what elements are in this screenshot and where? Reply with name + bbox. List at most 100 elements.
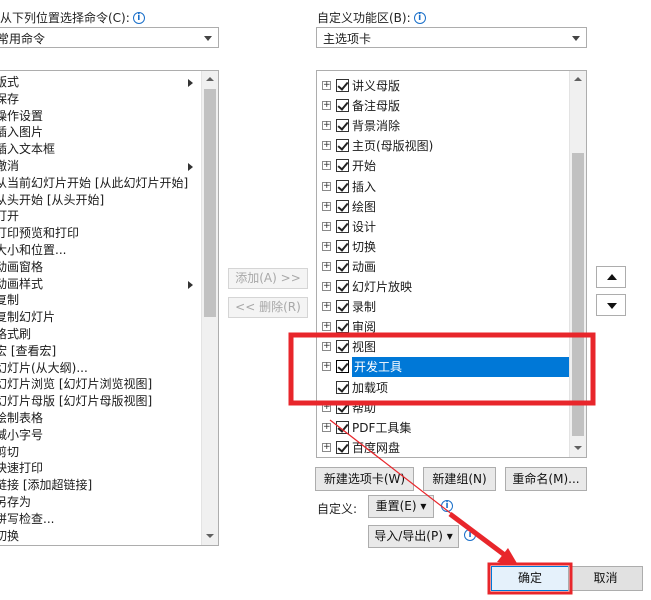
cancel-button[interactable]: 取消 [568,566,643,591]
list-item[interactable]: 宏 [查看宏] [0,343,56,360]
expand-icon[interactable]: + [322,81,331,90]
checkbox[interactable] [336,380,349,394]
checkbox[interactable] [336,440,349,454]
reset-button[interactable]: 重置(E) ▾ [368,495,434,518]
list-item[interactable]: 插入文本框 [0,141,55,158]
info-icon[interactable]: i [464,529,476,541]
ribbon-tab-item[interactable]: + 背景消除 [317,116,571,136]
list-item[interactable]: 减小字号 [0,427,43,444]
new-group-button[interactable]: 新建组(N) [423,467,496,491]
list-item[interactable]: 切换 [0,528,19,545]
scroll-thumb[interactable] [204,89,216,317]
expand-icon[interactable]: + [322,161,331,171]
list-item[interactable]: 动画样式 [0,276,43,293]
commands-scrollbar[interactable] [201,71,218,545]
expand-icon[interactable]: + [322,302,331,312]
ribbon-tab-item[interactable]: + 动画 [317,257,571,277]
checkbox[interactable] [336,239,349,253]
list-item[interactable]: 打开 [0,208,19,225]
ribbon-tab-item[interactable]: + 插入 [317,177,571,197]
list-item[interactable]: 快速打印 [0,460,43,477]
list-item[interactable]: 复制 [0,292,19,309]
expand-icon[interactable]: + [322,181,331,191]
commands-source-combo[interactable]: 常用命令 [0,27,219,48]
ribbon-tab-item[interactable]: + 讲义母版 [317,76,571,96]
list-item[interactable]: 操作设置 [0,108,43,125]
list-item[interactable]: 幻灯片母版 [幻灯片母版视图] [0,393,152,410]
info-icon[interactable]: i [413,12,426,24]
ribbon-tab-item[interactable]: + 幻灯片放映 [317,277,571,297]
expand-icon[interactable]: + [322,322,331,332]
ribbon-tabs-combo[interactable]: 主选项卡 [316,27,587,48]
info-icon[interactable]: i [132,12,145,24]
list-item[interactable]: 幻灯片浏览 [幻灯片浏览视图] [0,376,152,393]
remove-button[interactable]: << 删除(R) [228,297,308,318]
checkbox[interactable] [336,340,349,354]
expand-icon[interactable]: + [322,201,331,211]
checkbox[interactable] [336,420,349,434]
add-button[interactable]: 添加(A) >> [228,268,308,289]
scroll-thumb[interactable] [572,153,584,436]
list-item[interactable]: 从当前幻灯片开始 [从此幻灯片开始] [0,175,188,192]
expand-icon[interactable]: + [322,101,331,111]
ribbon-tab-item[interactable]: + 主页(母版视图) [317,136,571,156]
ribbon-tab-item[interactable]: + 百度网盘 [317,438,571,457]
list-item[interactable]: 撤消 [0,158,19,175]
list-item[interactable]: 绘制表格 [0,410,43,427]
expand-icon[interactable]: + [322,362,331,372]
list-item[interactable]: 格式刷 [0,326,31,343]
checkbox[interactable] [336,219,349,233]
scroll-up-icon[interactable] [570,71,586,88]
ribbon-tab-item[interactable]: 加载项 [317,378,571,398]
list-item[interactable]: 剪切 [0,444,19,461]
expand-icon[interactable]: + [322,442,331,452]
list-item[interactable]: 动画窗格 [0,259,43,276]
ribbon-tab-item[interactable]: + 录制 [317,297,571,317]
checkbox[interactable] [336,139,349,153]
ribbon-tab-item[interactable]: + 切换 [317,237,571,257]
expand-icon[interactable]: + [322,141,331,151]
list-item[interactable]: 版式 [0,74,19,91]
expand-icon[interactable]: + [322,221,331,231]
checkbox[interactable] [336,99,349,113]
list-item[interactable]: 保存 [0,91,19,108]
ribbon-tab-item[interactable]: + 帮助 [317,398,571,418]
ribbon-tab-item[interactable]: + PDF工具集 [317,418,571,438]
ribbon-tree[interactable]: + 讲义母版 + 备注母版 + 背景消除 + 主页(母版视图) + 开始 + 插入 + 绘图 + 设计 + 切换 +… [316,70,587,458]
ribbon-tab-item[interactable]: + 备注母版 [317,96,571,116]
info-icon[interactable]: i [441,500,453,512]
import-export-button[interactable]: 导入/导出(P) ▾ [368,525,459,548]
list-item[interactable]: 插入图片 [0,124,43,141]
move-down-button[interactable] [596,294,626,316]
new-tab-button[interactable]: 新建选项卡(W) [315,467,414,491]
list-item[interactable]: 从头开始 [从头开始] [0,192,104,209]
rename-button[interactable]: 重命名(M)... [505,467,587,491]
expand-icon[interactable]: + [322,422,331,432]
expand-icon[interactable]: + [322,282,331,291]
checkbox[interactable] [336,199,349,213]
expand-icon[interactable]: + [322,121,331,131]
list-item[interactable]: 另存为 [0,494,31,511]
ribbon-scrollbar[interactable] [569,71,586,457]
ribbon-tab-item[interactable]: + 开始 [317,156,571,176]
ok-button[interactable]: 确定 [491,566,569,591]
ribbon-tab-item[interactable]: + 视图 [317,337,571,357]
checkbox[interactable] [336,400,349,414]
checkbox[interactable] [336,119,349,133]
list-item[interactable]: 拼写检查... [0,511,54,528]
list-item[interactable]: 打印预览和打印 [0,225,79,242]
move-up-button[interactable] [596,266,626,288]
checkbox[interactable] [336,360,349,374]
ribbon-tab-item[interactable]: + 审阅 [317,317,571,337]
commands-list[interactable]: 版式保存操作设置插入图片插入文本框撤消从当前幻灯片开始 [从此幻灯片开始]从头开… [0,70,219,546]
list-item[interactable]: 幻灯片(从大纲)... [0,360,88,377]
expand-icon[interactable]: + [322,241,331,251]
checkbox[interactable] [336,300,349,314]
ribbon-tab-item[interactable]: + 设计 [317,217,571,237]
checkbox[interactable] [336,159,349,173]
checkbox[interactable] [336,280,349,293]
checkbox[interactable] [336,179,349,193]
scroll-down-icon[interactable] [202,528,218,545]
list-item[interactable]: 链接 [添加超链接] [0,477,92,494]
checkbox[interactable] [336,259,349,273]
